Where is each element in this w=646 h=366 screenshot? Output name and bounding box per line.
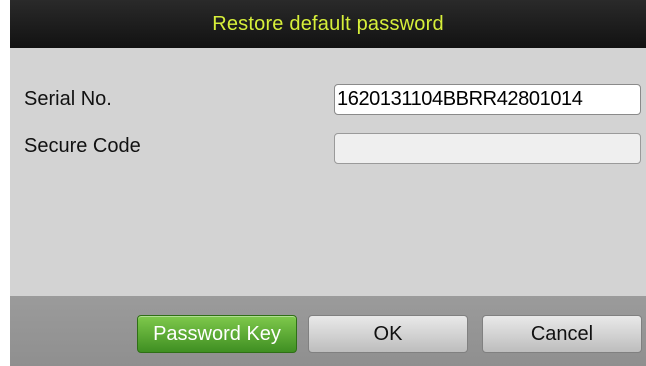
restore-password-dialog: Restore default password Serial No. Secu…: [10, 0, 646, 366]
dialog-title: Restore default password: [212, 12, 444, 35]
cancel-button[interactable]: Cancel: [482, 315, 642, 353]
dialog-titlebar: Restore default password: [10, 0, 646, 48]
serial-number-label: Serial No.: [24, 88, 112, 110]
ok-button[interactable]: OK: [308, 315, 468, 353]
secure-code-field[interactable]: [334, 133, 641, 164]
serial-number-field[interactable]: [334, 84, 641, 115]
secure-code-label: Secure Code: [24, 135, 141, 157]
password-key-button[interactable]: Password Key: [137, 315, 297, 353]
